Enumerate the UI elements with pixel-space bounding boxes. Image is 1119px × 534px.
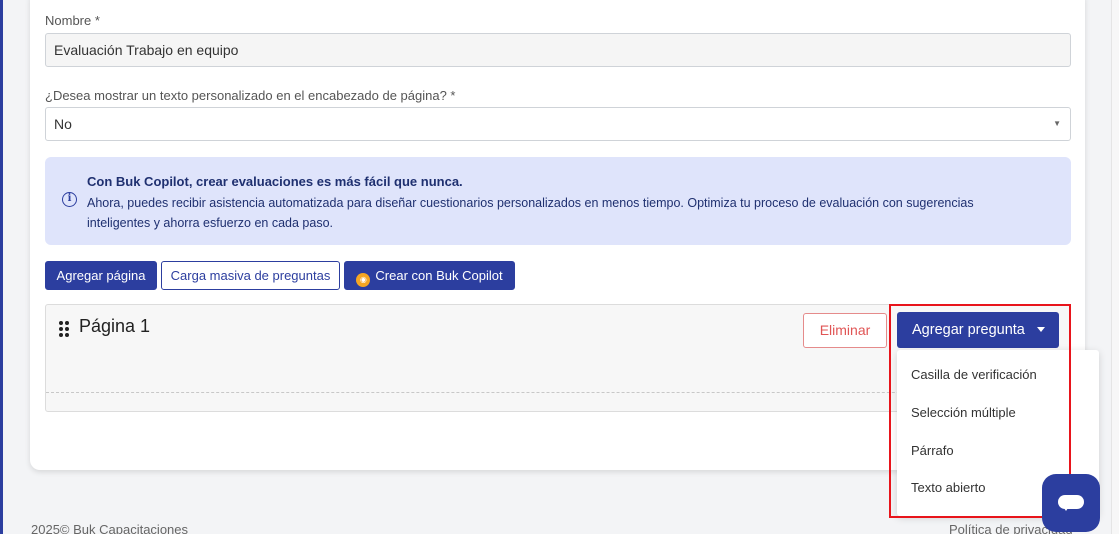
dropdown-item-paragraph[interactable]: Párrafo [911,443,954,458]
page-title: Página 1 [79,316,151,336]
page-scrollbar[interactable] [1111,0,1119,534]
dropdown-item-checkbox[interactable]: Casilla de verificación [911,367,1037,382]
sidebar-edge [0,0,3,534]
dropdown-item-open-text[interactable]: Texto abierto [911,480,985,495]
copilot-info-alert: i Con Buk Copilot, crear evaluaciones es… [45,157,1071,245]
info-icon: i [62,192,77,207]
footer-copyright: 2025© Buk Capacitaciones [31,522,189,534]
select-arrow-icon: ▼ [1053,119,1061,128]
bulk-questions-button[interactable]: Carga masiva de preguntas [161,261,340,290]
add-page-button[interactable]: Agregar página [45,261,157,290]
name-input[interactable]: Evaluación Trabajo en equipo [45,33,1071,67]
header-text-select-value: No [54,116,72,132]
alert-body: Ahora, puedes recibir asistencia automat… [87,196,974,230]
dropdown-item-multiple-choice[interactable]: Selección múltiple [911,405,1016,420]
caret-down-icon [1037,327,1045,332]
copilot-icon: ◉ [356,273,371,287]
delete-page-button[interactable]: Eliminar [803,313,887,348]
chat-button[interactable] [1042,474,1100,532]
drag-handle-icon[interactable] [59,321,69,337]
alert-title: Con Buk Copilot, crear evaluaciones es m… [87,174,463,189]
header-text-question: ¿Desea mostrar un texto personalizado en… [45,88,456,103]
add-question-button[interactable]: Agregar pregunta [897,312,1059,348]
add-question-label: Agregar pregunta [912,322,1025,338]
copilot-button[interactable]: ◉ Crear con Buk Copilot [344,261,515,290]
name-label: Nombre * [45,13,100,28]
header-text-select[interactable]: No ▼ [45,107,1071,141]
copilot-button-label: Crear con Buk Copilot [375,268,503,283]
